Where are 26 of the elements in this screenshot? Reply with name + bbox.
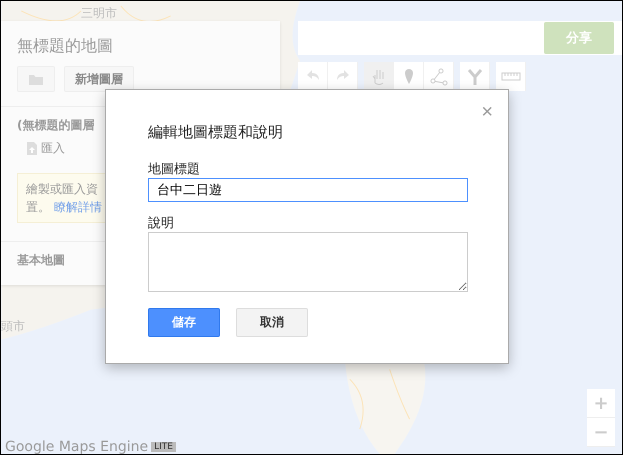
cancel-button[interactable]: 取消 [236,308,308,337]
learn-more-link[interactable]: 瞭解詳情 [54,200,102,214]
folder-icon [28,72,44,86]
close-button[interactable]: × [481,102,493,122]
tool-button[interactable] [496,62,526,91]
tip-text: 繪製或匯入資 [26,182,98,196]
open-folder-button[interactable] [17,66,55,92]
city-label: 三明市 [81,5,117,22]
text-area[interactable] [148,232,468,292]
tool-button[interactable] [460,62,490,91]
lite-badge: LITE [151,442,176,452]
city-label: 頭市 [1,318,25,335]
tool-button[interactable] [298,62,328,91]
file-upload-icon [27,142,37,155]
map-title[interactable]: 無標題的地圖 [1,21,280,66]
tool-button[interactable] [364,62,394,91]
tip-text: 置。 [26,200,50,214]
text-field[interactable]: 台中二日遊 [148,178,468,202]
import-link[interactable]: 匯入 [27,140,65,157]
attribution-text: Google Maps Engine [5,439,148,454]
field-label: 說明 [148,215,174,232]
save-button[interactable]: 儲存 [148,308,220,337]
line-icon [428,66,448,86]
dialog-title: 編輯地圖標題和說明 [148,123,283,142]
field-label: 地圖標題 [148,161,200,178]
add-layer-button[interactable]: 新增圖層 [64,66,134,92]
